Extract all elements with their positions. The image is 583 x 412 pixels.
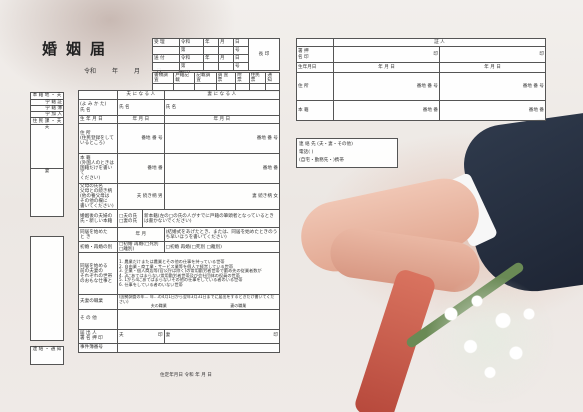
- wife-prev-marriage[interactable]: □初婚 再婚(□死別 □離別): [163, 241, 281, 254]
- husband-birthdate-field[interactable]: 年 月 日: [117, 115, 165, 124]
- bouquet-image: [425, 275, 555, 405]
- wife-birthdate-field[interactable]: 年 月 日: [163, 115, 281, 124]
- left-sidebar-bottom: [30, 236, 64, 341]
- husband-domicile-field[interactable]: 番地 番: [117, 153, 165, 184]
- husband-parents-field[interactable]: 夫 続き柄 男: [117, 182, 165, 211]
- other-field[interactable]: [117, 308, 280, 330]
- wife-name-field[interactable]: 氏 名: [163, 99, 281, 116]
- receipt-table: 受 理令和年月日長 印 第号 送 付令和年月日 第号: [152, 38, 280, 71]
- witness2-address[interactable]: 番地 番 号: [439, 72, 546, 101]
- wife-parents-field[interactable]: 妻 続き柄 女: [163, 182, 281, 211]
- wife-domicile-field[interactable]: 番地 番: [163, 153, 281, 184]
- wife-signature-field[interactable]: 妻印: [163, 328, 281, 344]
- contact-type[interactable]: (自宅・勤務先・)携帯: [299, 157, 344, 163]
- contact-phone-field[interactable]: 電話( ): [299, 149, 313, 155]
- husband-address-field[interactable]: 番地 番 号: [117, 123, 165, 154]
- witness1-birthdate[interactable]: 年 月 日: [333, 62, 440, 73]
- wife-occupation-field[interactable]: 妻の職業: [230, 303, 246, 308]
- wife-address-field[interactable]: 番地 番 号: [163, 123, 281, 154]
- footer-date: 住定年月日 令和 年 月 日: [160, 373, 212, 378]
- checkbox-wife-surname[interactable]: □妻の氏: [119, 219, 141, 224]
- left-sidebar-contact: 連 絡 ・ 通 知: [30, 346, 64, 365]
- witness-table: 証 人 署 押 名 印印印 生年月日年 月 日年 月 日 住 所番地 番 号番地…: [296, 38, 546, 121]
- witness1-signature[interactable]: 印: [333, 46, 440, 63]
- form-title: 婚姻届: [42, 40, 115, 58]
- contact-box: 連 絡 先 (夫・妻・その他) 電話( ) (自宅・勤務先・)携帯: [296, 138, 398, 168]
- witness1-address[interactable]: 番地 番 号: [333, 72, 440, 101]
- husband-name-field[interactable]: 氏 名: [117, 99, 165, 116]
- cohabit-date-field[interactable]: 年 月: [117, 227, 165, 243]
- husband-signature-field[interactable]: 夫印: [117, 328, 165, 344]
- husband-occupation-field[interactable]: 夫の職業: [151, 303, 167, 308]
- main-form-table: 夫 に な る 人 妻 に な る 人 (よ み か た) 氏 名 氏 名 氏 …: [78, 90, 281, 353]
- witness2-domicile[interactable]: 番地 番: [439, 100, 546, 121]
- household-job-options[interactable]: 1. 農業だけまたは農業とその他の仕事を持っている世帯 2. 自由業・商工業・サ…: [117, 252, 280, 296]
- left-sidebar-top: 本 籍 地 ・ 夫 学 籍 証 学 籍 簿 学 加 入 住 民 課 ・ 夫 夫 …: [30, 92, 64, 218]
- husband-prev-marriage[interactable]: □初婚 再婚(□死別 □離別): [117, 241, 165, 254]
- witness1-domicile[interactable]: 番地 番: [333, 100, 440, 121]
- witness2-signature[interactable]: 印: [439, 46, 546, 63]
- witness2-birthdate[interactable]: 年 月 日: [439, 62, 546, 73]
